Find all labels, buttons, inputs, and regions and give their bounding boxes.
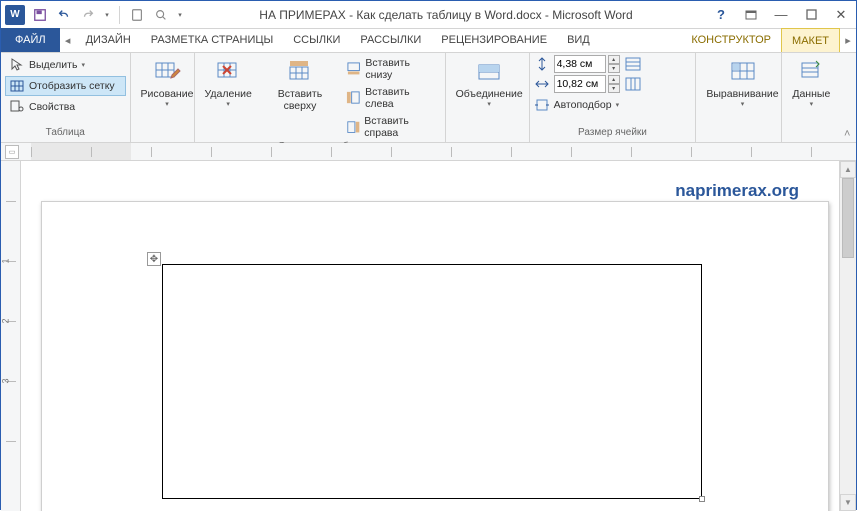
qat-zoom-icon[interactable] [150, 4, 172, 26]
tab-scroll-right[interactable]: ▸ [840, 28, 856, 52]
document-page[interactable]: ✥ [41, 201, 829, 511]
merge-label: Объединение [456, 89, 523, 101]
insert-right-label: Вставить справа [364, 115, 436, 139]
tab-mailings[interactable]: РАССЫЛКИ [350, 28, 431, 52]
tab-scroll-left[interactable]: ◂ [60, 28, 76, 52]
delete-button[interactable]: Удаление ▾ [199, 55, 258, 110]
qat-undo-icon[interactable] [53, 4, 75, 26]
group-size-label: Размер ячейки [534, 127, 692, 142]
col-width-input[interactable] [554, 75, 606, 93]
alignment-icon [728, 57, 758, 87]
view-gridlines-label: Отобразить сетку [29, 80, 115, 92]
qat-customize-icon[interactable]: ▾ [101, 4, 113, 26]
data-label: Данные [792, 89, 830, 101]
select-button[interactable]: Выделить ▾ [5, 55, 126, 75]
grid-icon [9, 78, 25, 94]
tab-table-design[interactable]: КОНСТРУКТОР [681, 28, 781, 52]
properties-label: Свойства [29, 101, 75, 113]
draw-button[interactable]: Рисование ▾ [135, 55, 200, 110]
scroll-thumb[interactable] [842, 178, 854, 258]
tab-references[interactable]: ССЫЛКИ [283, 28, 350, 52]
data-icon [796, 57, 826, 87]
width-spin-up[interactable]: ▴ [608, 75, 620, 84]
distribute-rows-icon[interactable] [624, 55, 642, 73]
tab-review[interactable]: РЕЦЕНЗИРОВАНИЕ [431, 28, 557, 52]
window-title: НА ПРИМЕРАХ - Как сделать таблицу в Word… [186, 8, 706, 22]
properties-icon [9, 99, 25, 115]
vertical-ruler[interactable]: 1 2 3 [1, 161, 21, 511]
autofit-icon [534, 97, 550, 113]
group-data-label [786, 127, 834, 142]
word-app-icon: W [5, 5, 25, 25]
scroll-up-button[interactable]: ▲ [840, 161, 856, 178]
help-button[interactable]: ? [706, 4, 736, 26]
qat-dropdown-icon[interactable]: ▾ [174, 4, 186, 26]
maximize-button[interactable] [796, 4, 826, 26]
group-merge-label [450, 127, 525, 142]
pencil-icon [152, 57, 182, 87]
data-button[interactable]: Данные ▾ [786, 55, 836, 110]
ruler-corner[interactable]: ▭ [5, 145, 19, 159]
group-draw-label [135, 127, 190, 142]
tab-file[interactable]: ФАЙЛ [1, 28, 60, 52]
insert-above-icon [285, 57, 315, 87]
delete-label: Удаление [205, 89, 252, 101]
insert-right-button[interactable]: Вставить справа [342, 113, 441, 141]
qat-save-icon[interactable] [29, 4, 51, 26]
draw-label: Рисование [141, 89, 194, 101]
insert-left-button[interactable]: Вставить слева [342, 84, 441, 112]
cursor-icon [9, 57, 25, 73]
horizontal-ruler[interactable]: ▭ 1 1 2 3 4 5 6 7 8 9 10 11 12 13 [1, 143, 856, 161]
height-spin-up[interactable]: ▴ [608, 55, 620, 64]
ribbon-display-button[interactable] [736, 4, 766, 26]
insert-above-label: Вставить сверху [264, 89, 336, 112]
tab-page-layout[interactable]: РАЗМЕТКА СТРАНИЦЫ [141, 28, 283, 52]
document-viewport[interactable]: naprimerax.org ✥ [21, 161, 839, 511]
insert-left-icon [346, 90, 361, 106]
col-width-icon [534, 76, 550, 92]
table-move-handle-icon[interactable]: ✥ [147, 252, 161, 266]
delete-icon [213, 57, 243, 87]
merge-icon [474, 57, 504, 87]
vertical-scrollbar[interactable]: ▲ ▼ [839, 161, 856, 511]
autofit-button[interactable]: Автоподбор ▾ [534, 95, 624, 115]
watermark-text: naprimerax.org [675, 181, 799, 201]
collapse-ribbon-button[interactable]: ˄ [838, 53, 856, 142]
insert-below-button[interactable]: Вставить снизу [342, 55, 441, 83]
close-button[interactable]: ✕ [826, 4, 856, 26]
properties-button[interactable]: Свойства [5, 97, 126, 117]
tab-design[interactable]: ДИЗАЙН [76, 28, 141, 52]
alignment-button[interactable]: Выравнивание ▾ [700, 55, 784, 110]
insert-below-icon [346, 61, 361, 77]
row-height-input[interactable] [554, 55, 606, 73]
qat-touch-icon[interactable] [126, 4, 148, 26]
group-align-label [700, 127, 777, 142]
qat-redo-icon[interactable] [77, 4, 99, 26]
insert-left-label: Вставить слева [365, 86, 436, 110]
insert-right-icon [346, 119, 360, 135]
table-resize-handle[interactable] [699, 496, 705, 502]
table-cell[interactable] [162, 264, 702, 499]
tab-view[interactable]: ВИД [557, 28, 600, 52]
insert-below-label: Вставить снизу [365, 57, 436, 81]
merge-button[interactable]: Объединение ▾ [450, 55, 529, 110]
alignment-label: Выравнивание [706, 89, 778, 101]
distribute-cols-icon[interactable] [624, 75, 642, 93]
scroll-down-button[interactable]: ▼ [840, 494, 856, 511]
scroll-track[interactable] [840, 178, 856, 494]
width-spin-down[interactable]: ▾ [608, 84, 620, 93]
height-spin-down[interactable]: ▾ [608, 64, 620, 73]
autofit-label: Автоподбор [554, 99, 612, 111]
tab-table-layout[interactable]: МАКЕТ [781, 28, 840, 52]
insert-above-button[interactable]: Вставить сверху [258, 55, 342, 114]
row-height-icon [534, 56, 550, 72]
group-table-label: Таблица [5, 127, 126, 142]
select-label: Выделить [29, 59, 77, 71]
view-gridlines-button[interactable]: Отобразить сетку [5, 76, 126, 96]
minimize-button[interactable]: — [766, 4, 796, 26]
